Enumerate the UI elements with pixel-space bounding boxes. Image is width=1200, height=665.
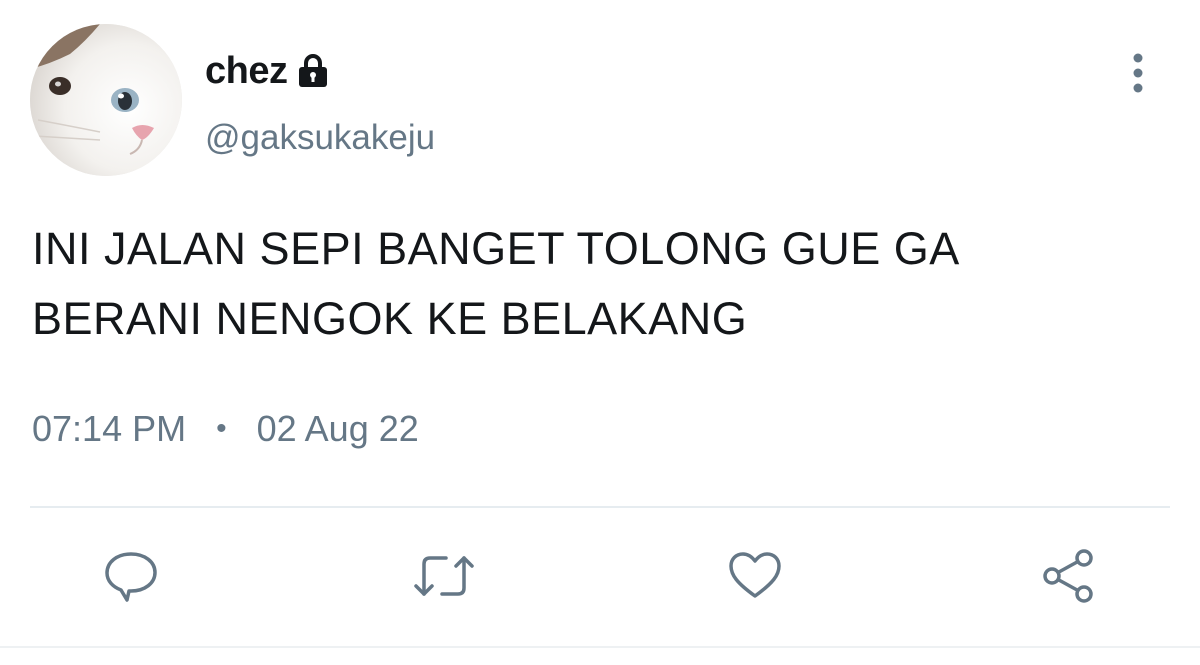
- cat-photo-avatar: [30, 24, 182, 176]
- more-options-icon[interactable]: [1118, 50, 1158, 96]
- speech-bubble-icon: [105, 552, 157, 602]
- retweet-button[interactable]: [412, 548, 474, 604]
- share-button[interactable]: [1040, 548, 1096, 604]
- tweet-card: chez @gaksukakeju INI JALAN SEPI BANGET …: [0, 0, 1200, 665]
- retweet-icon: [414, 556, 474, 596]
- display-name[interactable]: chez: [205, 50, 288, 93]
- tweet-time[interactable]: 07:14 PM: [32, 408, 186, 450]
- share-icon: [1043, 549, 1093, 603]
- meta-separator: •: [216, 412, 227, 445]
- tweet-text: INI JALAN SEPI BANGET TOLONG GUE GA BERA…: [32, 223, 960, 344]
- user-handle[interactable]: @gaksukakeju: [205, 118, 435, 158]
- lock-icon: [295, 53, 331, 89]
- avatar[interactable]: [30, 24, 182, 176]
- divider: [30, 506, 1170, 508]
- like-button[interactable]: [727, 548, 783, 604]
- name-row: chez: [205, 48, 331, 94]
- bottom-border: [0, 646, 1200, 648]
- tweet-meta: 07:14 PM • 02 Aug 22: [32, 408, 419, 450]
- reply-button[interactable]: [103, 548, 159, 604]
- heart-icon: [729, 552, 781, 598]
- tweet-date[interactable]: 02 Aug 22: [257, 408, 419, 450]
